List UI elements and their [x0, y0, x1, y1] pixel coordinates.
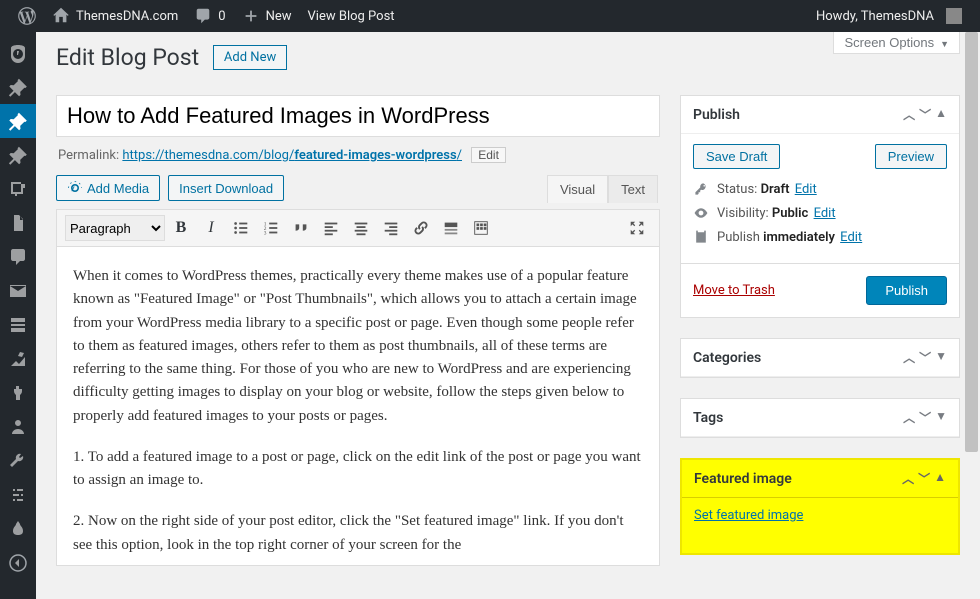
status-row: Status: Draft Edit [693, 181, 947, 197]
new-content[interactable]: New [234, 0, 300, 32]
site-home[interactable]: ThemesDNA.com [44, 0, 186, 32]
view-post[interactable]: View Blog Post [300, 0, 403, 32]
set-featured-image-link[interactable]: Set featured image [694, 508, 803, 523]
permalink-link[interactable]: https://themesdna.com/blog/featured-imag… [122, 148, 462, 163]
calendar-icon [693, 229, 709, 245]
visibility-icon [693, 205, 709, 221]
editor-tab-visual[interactable]: Visual [547, 175, 608, 203]
move-up-icon[interactable]: ︿ [903, 106, 915, 123]
publish-title: Publish [693, 107, 740, 123]
post-title-input[interactable] [56, 95, 660, 137]
insert-download-button[interactable]: Insert Download [168, 175, 284, 201]
categories-title: Categories [693, 350, 761, 366]
editor-tab-text[interactable]: Text [608, 175, 658, 203]
move-up-icon[interactable]: ︿ [902, 470, 914, 487]
menu-pages[interactable] [0, 206, 36, 240]
move-down-icon[interactable]: ﹀ [918, 470, 930, 487]
move-up-icon[interactable]: ︿ [903, 409, 915, 426]
permalink-edit-button[interactable]: Edit [471, 147, 506, 163]
avatar [946, 8, 962, 24]
permalink-row: Permalink: https://themesdna.com/blog/fe… [58, 147, 658, 163]
featured-image-title: Featured image [694, 471, 792, 487]
key-icon [693, 181, 709, 197]
panel-toggle-icon[interactable]: ▲ [934, 470, 946, 487]
scrollbar[interactable] [963, 32, 980, 599]
my-account[interactable]: Howdy, ThemesDNA [808, 0, 970, 32]
publish-button[interactable]: Publish [866, 276, 947, 305]
menu-pin[interactable] [0, 70, 36, 104]
italic-button[interactable]: I [197, 214, 225, 242]
fullscreen-button[interactable] [623, 214, 651, 242]
move-down-icon[interactable]: ﹀ [919, 106, 931, 123]
menu-forms[interactable] [0, 308, 36, 342]
panel-toggle-icon[interactable]: ▼ [935, 349, 947, 366]
screen-options-button[interactable]: Screen Options [833, 32, 960, 54]
menu-users[interactable] [0, 410, 36, 444]
menu-posts[interactable] [0, 104, 36, 138]
link-button[interactable] [407, 214, 435, 242]
admin-menu [0, 32, 36, 599]
menu-comments[interactable] [0, 240, 36, 274]
menu-mail[interactable] [0, 274, 36, 308]
preview-button[interactable]: Preview [875, 144, 947, 169]
edit-visibility-link[interactable]: Edit [814, 206, 836, 221]
menu-appearance[interactable] [0, 342, 36, 376]
move-down-icon[interactable]: ﹀ [919, 409, 931, 426]
menu-seo[interactable] [0, 512, 36, 546]
more-button[interactable] [437, 214, 465, 242]
menu-collapse[interactable] [0, 546, 36, 580]
menu-pin2[interactable] [0, 138, 36, 172]
menu-tools[interactable] [0, 444, 36, 478]
menu-settings[interactable] [0, 478, 36, 512]
visibility-row: Visibility: Public Edit [693, 205, 947, 221]
align-right-button[interactable] [377, 214, 405, 242]
move-down-icon[interactable]: ﹀ [919, 349, 931, 366]
move-up-icon[interactable]: ︿ [903, 349, 915, 366]
add-media-button[interactable]: Add Media [56, 175, 160, 201]
edit-schedule-link[interactable]: Edit [840, 230, 862, 245]
ol-button[interactable]: 123 [257, 214, 285, 242]
add-new-button[interactable]: Add New [213, 45, 287, 70]
move-to-trash-link[interactable]: Move to Trash [693, 283, 775, 298]
comments-link[interactable]: 0 [186, 0, 233, 32]
save-draft-button[interactable]: Save Draft [693, 144, 780, 169]
toolbar-toggle-button[interactable] [467, 214, 495, 242]
featured-image-box: Featured image ︿﹀▲ Set featured image [680, 458, 960, 555]
format-select[interactable]: Paragraph [65, 215, 165, 241]
menu-media[interactable] [0, 172, 36, 206]
quote-button[interactable] [287, 214, 315, 242]
page-heading: Edit Blog Post Add New [56, 44, 960, 71]
edit-status-link[interactable]: Edit [795, 182, 817, 197]
align-left-button[interactable] [317, 214, 345, 242]
bold-button[interactable]: B [167, 214, 195, 242]
categories-box: Categories ︿﹀▼ [680, 338, 960, 378]
publish-box: Publish ︿﹀▲ Save Draft Preview Status: D… [680, 95, 960, 318]
svg-text:3: 3 [264, 230, 267, 236]
menu-dashboard[interactable] [0, 36, 36, 70]
panel-toggle-icon[interactable]: ▲ [935, 106, 947, 123]
panel-toggle-icon[interactable]: ▼ [935, 409, 947, 426]
wp-logo[interactable] [10, 0, 44, 32]
tags-title: Tags [693, 410, 723, 426]
align-center-button[interactable] [347, 214, 375, 242]
schedule-row: Publish immediately Edit [693, 229, 947, 245]
tags-box: Tags ︿﹀▼ [680, 398, 960, 438]
editor-content[interactable]: When it comes to WordPress themes, pract… [56, 247, 660, 566]
editor-toolbar: Paragraph B I 123 [56, 209, 660, 247]
admin-bar: ThemesDNA.com 0 New View Blog Post Howdy… [0, 0, 980, 32]
menu-plugins[interactable] [0, 376, 36, 410]
ul-button[interactable] [227, 214, 255, 242]
